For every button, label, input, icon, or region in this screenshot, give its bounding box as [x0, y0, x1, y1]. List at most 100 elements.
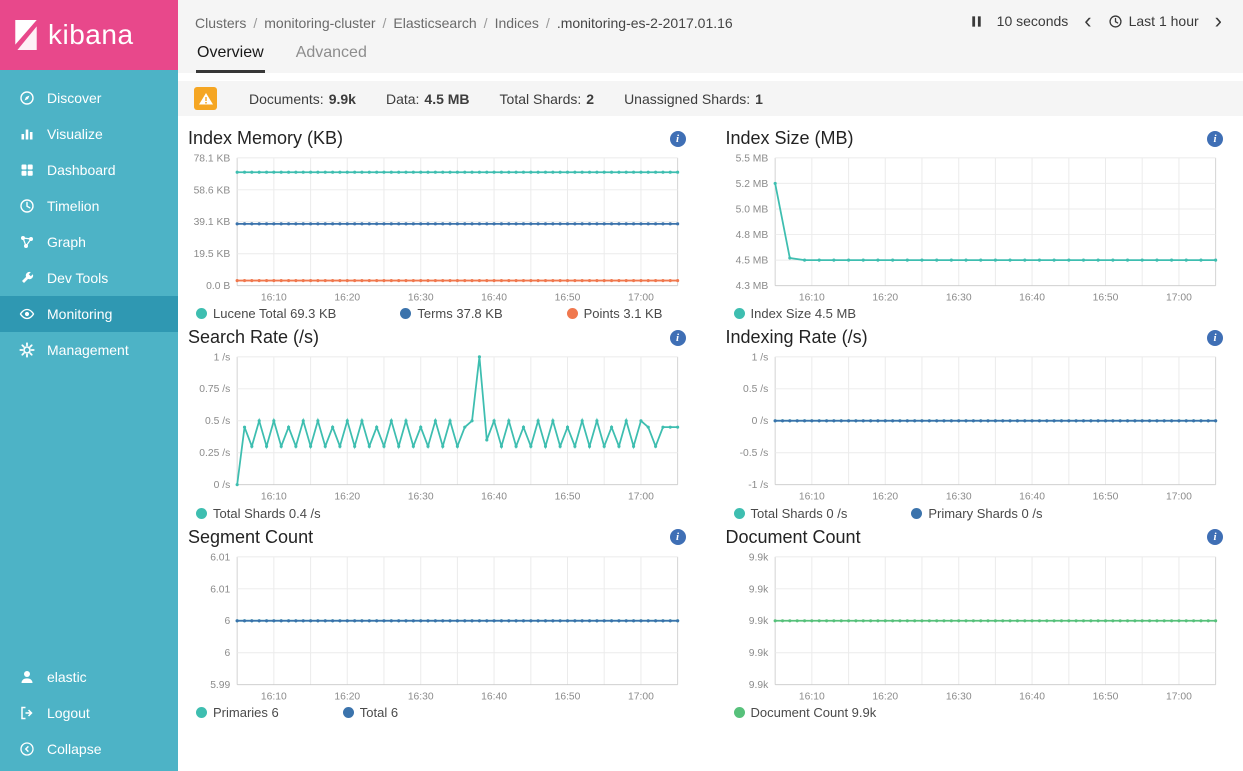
time-forward-button[interactable]: ›	[1212, 14, 1225, 28]
chart-plot-area[interactable]: 4.3 MB4.5 MB4.8 MB5.0 MB5.2 MB5.5 MB16:1…	[726, 150, 1224, 305]
chart-plot-area[interactable]: 5.99666.016.0116:1016:2016:3016:4016:501…	[188, 549, 686, 704]
legend-item[interactable]: Primary Shards 0 /s	[911, 506, 1042, 521]
chart-title: Document Count	[726, 527, 861, 548]
chart-plot-svg[interactable]: 5.99666.016.0116:1016:2016:3016:4016:501…	[188, 549, 686, 704]
svg-text:5.2 MB: 5.2 MB	[735, 179, 768, 190]
svg-text:9.9k: 9.9k	[748, 648, 768, 659]
time-range-label: Last 1 hour	[1129, 13, 1199, 29]
chart-legend: Document Count 9.9k	[726, 705, 1224, 720]
breadcrumb-separator: /	[484, 15, 488, 31]
chart-title: Index Size (MB)	[726, 128, 854, 149]
info-icon[interactable]: i	[1207, 131, 1223, 147]
svg-text:0.75 /s: 0.75 /s	[199, 385, 230, 396]
refresh-interval-label[interactable]: 10 seconds	[997, 13, 1069, 29]
chart-legend: Index Size 4.5 MB	[726, 306, 1224, 321]
svg-text:5.99: 5.99	[210, 680, 230, 691]
svg-text:4.3 MB: 4.3 MB	[735, 281, 768, 292]
legend-item[interactable]: Terms 37.8 KB	[400, 306, 502, 321]
svg-text:9.9k: 9.9k	[748, 584, 768, 595]
chart-index-size: Index Size (MB) i 4.3 MB4.5 MB4.8 MB5.0 …	[726, 126, 1224, 321]
sidebar-item-management[interactable]: Management	[0, 332, 178, 368]
time-back-button[interactable]: ‹	[1081, 14, 1094, 28]
breadcrumb-item[interactable]: Indices	[495, 15, 539, 31]
kibana-logo[interactable]: kibana	[0, 0, 178, 70]
chart-title: Segment Count	[188, 527, 313, 548]
legend-item[interactable]: Total Shards 0 /s	[734, 506, 848, 521]
chart-plot-svg[interactable]: 0.0 B19.5 KB39.1 KB58.6 KB78.1 KB16:1016…	[188, 150, 686, 305]
stat-data: Data:4.5 MB	[386, 91, 470, 107]
legend-item[interactable]: Total 6	[343, 705, 398, 720]
sidebar-item-label: Dashboard	[47, 162, 116, 178]
svg-text:16:10: 16:10	[261, 691, 287, 702]
legend-dot	[734, 308, 745, 319]
legend-item[interactable]: Lucene Total 69.3 KB	[196, 306, 336, 321]
collapse-icon	[19, 741, 35, 757]
sidebar-item-label: Timelion	[47, 198, 99, 214]
chart-plot-svg[interactable]: 0 /s0.25 /s0.5 /s0.75 /s1 /s16:1016:2016…	[188, 349, 686, 504]
info-icon[interactable]: i	[670, 330, 686, 346]
chart-plot-area[interactable]: 0.0 B19.5 KB39.1 KB58.6 KB78.1 KB16:1016…	[188, 150, 686, 305]
svg-text:16:50: 16:50	[555, 691, 581, 702]
main-content: Clusters/monitoring-cluster/Elasticsearc…	[178, 0, 1243, 771]
sidebar-item-user-elastic[interactable]: elastic	[0, 659, 178, 695]
breadcrumb-item[interactable]: Elasticsearch	[393, 15, 476, 31]
svg-text:5.5 MB: 5.5 MB	[735, 153, 768, 164]
sidebar-item-logout[interactable]: Logout	[0, 695, 178, 731]
tab-overview[interactable]: Overview	[196, 44, 265, 73]
sidebar-item-collapse[interactable]: Collapse	[0, 731, 178, 767]
gear-icon	[19, 342, 35, 358]
svg-text:19.5 KB: 19.5 KB	[194, 249, 231, 260]
sidebar-item-discover[interactable]: Discover	[0, 80, 178, 116]
time-range-picker[interactable]: Last 1 hour	[1108, 13, 1199, 29]
info-icon[interactable]: i	[1207, 330, 1223, 346]
svg-text:6.01: 6.01	[210, 552, 230, 563]
svg-text:0.5 /s: 0.5 /s	[743, 385, 768, 396]
legend-item[interactable]: Document Count 9.9k	[734, 705, 877, 720]
legend-item[interactable]: Total Shards 0.4 /s	[196, 506, 321, 521]
sidebar-item-dev-tools[interactable]: Dev Tools	[0, 260, 178, 296]
pause-button[interactable]	[969, 14, 984, 29]
legend-item[interactable]: Index Size 4.5 MB	[734, 306, 857, 321]
svg-text:9.9k: 9.9k	[748, 552, 768, 563]
breadcrumb-item[interactable]: Clusters	[195, 15, 246, 31]
legend-item[interactable]: Points 3.1 KB	[567, 306, 663, 321]
svg-text:-1 /s: -1 /s	[748, 480, 768, 491]
sidebar-item-visualize[interactable]: Visualize	[0, 116, 178, 152]
tab-advanced[interactable]: Advanced	[295, 44, 368, 73]
svg-text:0 /s: 0 /s	[751, 417, 768, 428]
legend-label: Lucene Total 69.3 KB	[213, 306, 336, 321]
breadcrumb-item[interactable]: .monitoring-es-2-2017.01.16	[557, 15, 733, 31]
legend-dot	[911, 508, 922, 519]
svg-text:16:50: 16:50	[1092, 691, 1118, 702]
info-icon[interactable]: i	[1207, 529, 1223, 545]
sidebar-item-monitoring[interactable]: Monitoring	[0, 296, 178, 332]
legend-label: Primary Shards 0 /s	[928, 506, 1042, 521]
info-icon[interactable]: i	[670, 131, 686, 147]
warning-icon	[194, 87, 217, 110]
chart-plot-svg[interactable]: 9.9k9.9k9.9k9.9k9.9k16:1016:2016:3016:40…	[726, 549, 1224, 704]
chart-plot-area[interactable]: -1 /s-0.5 /s0 /s0.5 /s1 /s16:1016:2016:3…	[726, 349, 1224, 504]
legend-label: Points 3.1 KB	[584, 306, 663, 321]
svg-text:6.01: 6.01	[210, 584, 230, 595]
legend-label: Index Size 4.5 MB	[751, 306, 857, 321]
legend-item[interactable]: Primaries 6	[196, 705, 279, 720]
sidebar-item-label: Visualize	[47, 126, 103, 142]
svg-text:16:20: 16:20	[872, 292, 898, 303]
svg-text:16:20: 16:20	[872, 492, 898, 503]
breadcrumb-item[interactable]: monitoring-cluster	[264, 15, 375, 31]
info-icon[interactable]: i	[670, 529, 686, 545]
svg-text:1 /s: 1 /s	[751, 353, 768, 364]
sidebar-item-label: Collapse	[47, 741, 101, 757]
svg-text:16:50: 16:50	[1092, 492, 1118, 503]
chart-plot-svg[interactable]: 4.3 MB4.5 MB4.8 MB5.0 MB5.2 MB5.5 MB16:1…	[726, 150, 1224, 305]
chart-plot-area[interactable]: 9.9k9.9k9.9k9.9k9.9k16:1016:2016:3016:40…	[726, 549, 1224, 704]
sidebar-item-dashboard[interactable]: Dashboard	[0, 152, 178, 188]
svg-text:17:00: 17:00	[628, 691, 654, 702]
chart-plot-svg[interactable]: -1 /s-0.5 /s0 /s0.5 /s1 /s16:1016:2016:3…	[726, 349, 1224, 504]
chart-indexing-rate: Indexing Rate (/s) i -1 /s-0.5 /s0 /s0.5…	[726, 325, 1224, 520]
chart-plot-area[interactable]: 0 /s0.25 /s0.5 /s0.75 /s1 /s16:1016:2016…	[188, 349, 686, 504]
sidebar-item-graph[interactable]: Graph	[0, 224, 178, 260]
sidebar-item-timelion[interactable]: Timelion	[0, 188, 178, 224]
app-window: kibana Discover Visualize Dashboard Time…	[0, 0, 1243, 771]
svg-text:16:40: 16:40	[1019, 292, 1045, 303]
